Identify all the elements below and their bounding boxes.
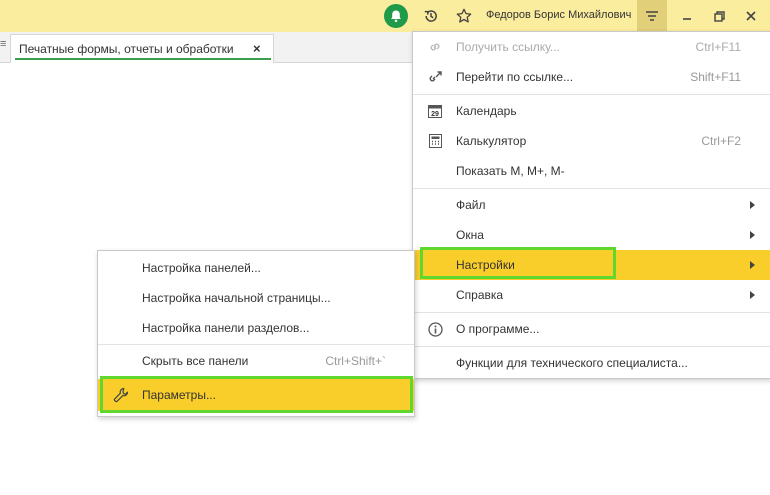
svg-text:29: 29 — [431, 111, 439, 118]
main-menu: Получить ссылку... Ctrl+F11 Перейти по с… — [412, 31, 770, 379]
submenu-item-panels-setup[interactable]: Настройка панелей... — [98, 253, 414, 283]
menu-separator — [413, 312, 770, 313]
submenu-arrow-icon — [750, 201, 755, 209]
menu-item-file[interactable]: Файл — [413, 190, 770, 220]
parameters-highlight-frame — [100, 376, 413, 413]
submenu-arrow-icon — [750, 291, 755, 299]
menu-separator — [413, 346, 770, 347]
menu-item-get-link[interactable]: Получить ссылку... Ctrl+F11 — [413, 32, 770, 62]
go-to-link-icon — [427, 69, 443, 85]
minimize-icon[interactable] — [676, 6, 698, 26]
star-icon[interactable] — [454, 6, 474, 26]
tab-active-underline — [15, 58, 271, 60]
bell-icon[interactable] — [384, 4, 408, 28]
menu-item-calendar[interactable]: 29 Календарь — [413, 96, 770, 126]
settings-highlight-frame — [420, 247, 616, 279]
tab-print-forms[interactable]: Печатные формы, отчеты и обработки × — [10, 34, 274, 63]
submenu-arrow-icon — [750, 231, 755, 239]
submenu-item-home-page-setup[interactable]: Настройка начальной страницы... — [98, 283, 414, 313]
menu-item-calculator[interactable]: Калькулятор Ctrl+F2 — [413, 126, 770, 156]
menu-item-windows[interactable]: Окна — [413, 220, 770, 250]
close-icon[interactable] — [740, 6, 762, 26]
menu-separator — [98, 344, 414, 345]
tab-scroll-left[interactable]: ≡ — [0, 38, 8, 56]
info-icon — [427, 321, 443, 337]
main-menu-icon — [646, 11, 658, 21]
user-name[interactable]: Федоров Борис Михайлович — [486, 9, 631, 21]
title-bar: Федоров Борис Михайлович — [0, 0, 770, 32]
menu-separator — [413, 188, 770, 189]
calendar-icon: 29 — [427, 103, 443, 119]
submenu-item-sections-panel-setup[interactable]: Настройка панели разделов... — [98, 313, 414, 343]
tab-close-icon[interactable]: × — [253, 41, 261, 56]
menu-item-show-m[interactable]: Показать М, М+, М- — [413, 156, 770, 186]
history-icon[interactable] — [421, 6, 441, 26]
link-icon — [427, 39, 443, 55]
menu-item-go-to-link[interactable]: Перейти по ссылке... Shift+F11 — [413, 62, 770, 92]
main-menu-button[interactable] — [637, 0, 667, 32]
tab-label: Печатные формы, отчеты и обработки — [19, 42, 234, 56]
submenu-item-hide-all-panels[interactable]: Скрыть все панели Ctrl+Shift+` — [98, 346, 414, 376]
menu-item-help[interactable]: Справка — [413, 280, 770, 310]
menu-item-tech-functions[interactable]: Функции для технического специалиста... — [413, 348, 770, 378]
menu-item-about[interactable]: О программе... — [413, 314, 770, 344]
calculator-icon — [427, 133, 443, 149]
submenu-arrow-icon — [750, 261, 755, 269]
menu-separator — [413, 94, 770, 95]
restore-icon[interactable] — [708, 6, 730, 26]
